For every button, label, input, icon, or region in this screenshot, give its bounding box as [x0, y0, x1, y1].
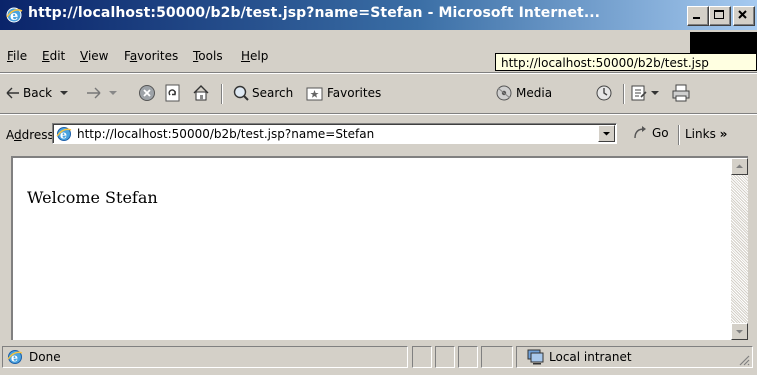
back-dropdown-icon[interactable] — [58, 89, 70, 97]
home-button[interactable] — [192, 83, 210, 103]
title-bar[interactable]: e http://localhost:50000/b2b/test.jsp?na… — [0, 0, 757, 30]
menu-file[interactable]: File — [7, 49, 27, 63]
menu-tools[interactable]: Tools — [193, 49, 223, 63]
browser-window: e http://localhost:50000/b2b/test.jsp?na… — [0, 0, 757, 375]
print-button[interactable] — [671, 83, 691, 103]
favorites-label: Favorites — [327, 86, 382, 100]
search-label: Search — [252, 86, 294, 100]
address-label-rest: dress — [21, 128, 54, 142]
arrow-down-icon — [736, 330, 743, 334]
close-button[interactable] — [733, 6, 755, 26]
back-button[interactable]: Back — [6, 83, 70, 103]
window-title: http://localhost:50000/b2b/test.jsp?name… — [28, 5, 601, 21]
status-pane-4 — [481, 346, 513, 368]
menu-help[interactable]: Help — [241, 49, 268, 63]
forward-button[interactable] — [85, 83, 119, 103]
status-pane-1 — [412, 346, 432, 368]
go-arrow-icon — [634, 126, 646, 139]
page-icon: e — [56, 127, 72, 142]
media-icon — [496, 85, 512, 101]
search-icon — [233, 85, 249, 101]
mail-button[interactable] — [630, 83, 660, 103]
menu-view-label: iew — [87, 49, 109, 63]
minimize-icon — [693, 17, 700, 19]
internet-explorer-icon: e — [6, 7, 23, 24]
menu-view-accel: V — [80, 49, 88, 63]
back-label: Back — [23, 86, 53, 100]
maximize-button[interactable] — [709, 6, 731, 26]
menu-favorites-label: vorites — [137, 49, 179, 63]
resize-grip-icon[interactable] — [738, 354, 750, 366]
menu-edit-accel: E — [42, 49, 50, 63]
address-url: http://localhost:50000/b2b/test.jsp?name… — [77, 127, 375, 141]
address-bar: Address e http://localhost:50000/b2b/tes… — [0, 120, 757, 148]
print-icon — [672, 84, 690, 102]
zone-label: Local intranet — [549, 350, 632, 364]
close-icon — [738, 10, 747, 19]
forward-dropdown-icon[interactable] — [107, 89, 119, 97]
menu-file-label: ile — [13, 49, 28, 63]
links-chevron-icon: » — [719, 127, 728, 141]
address-label: Address — [6, 128, 54, 142]
menu-help-label: elp — [250, 49, 269, 63]
menu-edit[interactable]: Edit — [42, 49, 65, 63]
local-intranet-icon — [527, 349, 544, 365]
welcome-text: Welcome Stefan — [27, 188, 158, 207]
menu-help-accel: H — [241, 49, 251, 63]
vertical-scrollbar[interactable] — [731, 158, 748, 340]
status-pane-3 — [458, 346, 478, 368]
status-pane-2 — [435, 346, 455, 368]
address-label-accel: d — [14, 128, 22, 142]
menu-view[interactable]: View — [80, 49, 108, 63]
go-label: Go — [652, 126, 669, 140]
links-label: Links — [685, 127, 716, 141]
go-button[interactable]: Go — [632, 125, 669, 141]
page-status-icon: e — [7, 350, 23, 365]
toolbar-separator-bottom — [0, 113, 757, 115]
stop-button[interactable] — [138, 83, 156, 103]
menu-separator — [0, 72, 757, 74]
menu-tools-label: ools — [198, 49, 223, 63]
favorites-icon — [306, 87, 323, 101]
menu-favorites[interactable]: Favorites — [124, 49, 178, 63]
arrow-up-icon — [736, 164, 743, 168]
mail-dropdown-icon[interactable] — [650, 89, 660, 97]
standard-toolbar: Back Search Favorites Media — [0, 80, 757, 106]
status-text: Done — [29, 350, 61, 364]
link-tooltip: http://localhost:50000/b2b/test.jsp — [495, 53, 757, 71]
status-zone-pane: Local intranet — [516, 346, 753, 368]
refresh-button[interactable] — [164, 83, 182, 103]
favorites-button[interactable]: Favorites — [306, 83, 381, 103]
status-main-pane: e Done — [2, 346, 408, 368]
scroll-down-button[interactable] — [731, 323, 748, 340]
mail-icon — [631, 85, 647, 101]
scroll-up-button[interactable] — [731, 158, 748, 175]
links-separator — [678, 125, 680, 145]
toolbar-separator-2 — [623, 84, 625, 104]
page-content: Welcome Stefan — [11, 156, 748, 340]
stop-icon — [139, 85, 155, 101]
address-dropdown-button[interactable] — [598, 125, 615, 142]
menu-edit-label: dit — [49, 49, 66, 63]
minimize-button[interactable] — [687, 6, 709, 26]
maximize-icon — [714, 10, 724, 19]
toolbar-separator — [221, 84, 223, 104]
media-button[interactable]: Media — [495, 83, 552, 103]
history-button[interactable] — [594, 83, 614, 103]
search-button[interactable]: Search — [232, 83, 293, 103]
links-button[interactable]: Links » — [685, 127, 727, 141]
media-label: Media — [516, 86, 553, 100]
address-input[interactable]: e http://localhost:50000/b2b/test.jsp?na… — [52, 123, 617, 144]
forward-arrow-icon — [87, 87, 101, 99]
back-arrow-icon — [6, 87, 19, 99]
refresh-icon — [165, 84, 180, 102]
chevron-down-icon — [603, 132, 610, 136]
history-icon — [596, 85, 612, 101]
address-label-pre: A — [6, 128, 14, 142]
status-bar: e Done Local intranet — [0, 344, 757, 375]
home-icon — [193, 85, 209, 101]
